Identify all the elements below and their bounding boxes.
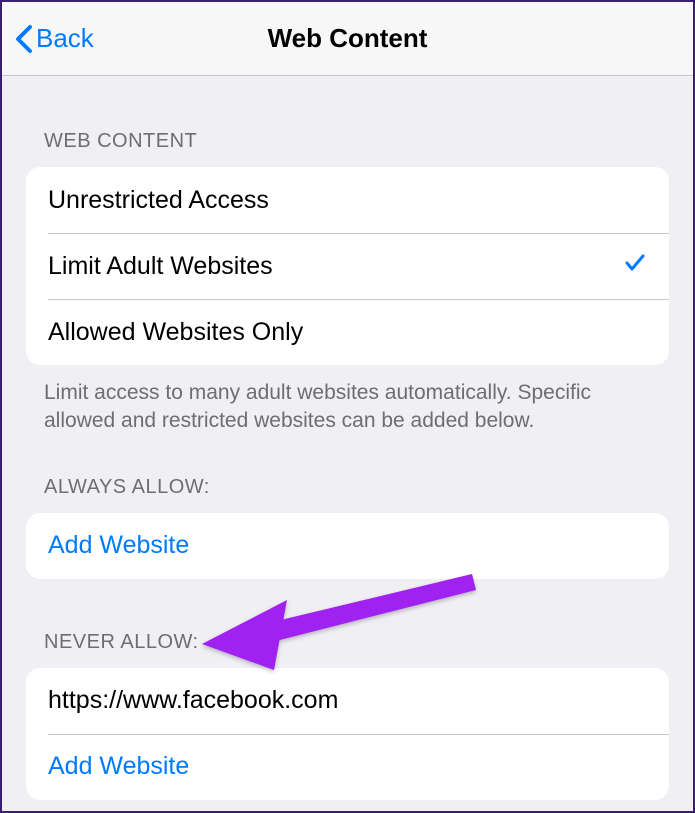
option-unrestricted[interactable]: Unrestricted Access bbox=[26, 167, 669, 233]
page-title: Web Content bbox=[2, 23, 693, 54]
content-area: WEB CONTENT Unrestricted Access Limit Ad… bbox=[2, 76, 693, 800]
checkmark-icon bbox=[623, 251, 647, 282]
always-allow-group: Add Website bbox=[26, 513, 669, 579]
option-label: Allowed Websites Only bbox=[48, 318, 303, 347]
add-website-always[interactable]: Add Website bbox=[26, 513, 669, 579]
navigation-bar: Back Web Content bbox=[2, 2, 693, 76]
web-content-group: Unrestricted Access Limit Adult Websites… bbox=[26, 167, 669, 365]
option-limit-adult[interactable]: Limit Adult Websites bbox=[26, 233, 669, 299]
option-label: Unrestricted Access bbox=[48, 186, 269, 215]
section-header-web-content: WEB CONTENT bbox=[2, 76, 693, 167]
add-website-label: Add Website bbox=[48, 531, 189, 560]
section-header-never-allow: NEVER ALLOW: bbox=[2, 631, 693, 668]
option-allowed-only[interactable]: Allowed Websites Only bbox=[26, 299, 669, 365]
option-label: Limit Adult Websites bbox=[48, 252, 273, 281]
add-website-never[interactable]: Add Website bbox=[26, 734, 669, 800]
blocked-site-url: https://www.facebook.com bbox=[48, 686, 338, 715]
add-website-label: Add Website bbox=[48, 752, 189, 781]
never-allow-group: https://www.facebook.com Add Website bbox=[26, 668, 669, 800]
back-label: Back bbox=[36, 23, 94, 54]
back-chevron-icon bbox=[12, 21, 36, 57]
section-footer-web-content: Limit access to many adult websites auto… bbox=[2, 365, 693, 436]
section-header-always-allow: ALWAYS ALLOW: bbox=[2, 476, 693, 513]
blocked-site-row[interactable]: https://www.facebook.com bbox=[26, 668, 669, 734]
back-button[interactable]: Back bbox=[12, 21, 94, 57]
